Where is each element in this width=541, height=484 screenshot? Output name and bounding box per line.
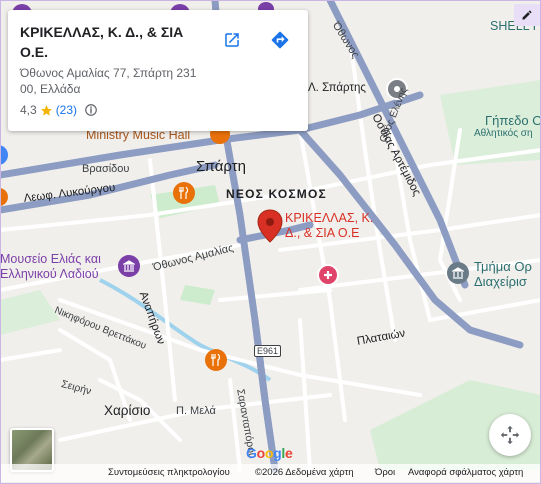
copyright-text: ©2026 Δεδομένα χάρτη	[255, 467, 354, 478]
label-mouseio-line1: Μουσείο Ελιάς και	[0, 252, 101, 266]
open-in-new-icon	[225, 33, 239, 47]
review-count-link[interactable]: (23)	[56, 103, 77, 117]
label-tmima-line1: Τμήμα Ορ	[474, 259, 532, 274]
marker-label[interactable]: ΚΡΙΚΕΛΛΑΣ, Κ. Δ., & ΣΙΑ Ο.Ε	[285, 211, 390, 241]
star-icon	[40, 104, 52, 115]
label-sparti: Σπάρτη	[196, 158, 246, 175]
restaurant-poi-icon[interactable]	[173, 182, 195, 204]
keyboard-shortcuts-link[interactable]: Συντομεύσεις πληκτρολογίου	[108, 467, 230, 478]
label-neos-kosmos: ΝΕΟΣ ΚΟΣΜΟΣ	[226, 187, 327, 201]
label-vrasidou: Βρασίδου	[82, 163, 130, 175]
museum-poi-icon[interactable]	[118, 255, 140, 277]
open-in-new-button[interactable]	[215, 23, 249, 57]
label-athletic: Αθλητικός ση	[474, 128, 533, 139]
pencil-icon	[522, 10, 532, 20]
place-title[interactable]: ΚΡΙΚΕΛΛΑΣ, Κ. Δ., & ΣΙΑ Ο.Ε.	[20, 22, 210, 62]
directions-icon	[271, 31, 289, 49]
label-gipedo: Γήπεδο Ο	[485, 113, 541, 128]
label-charisio: Χαρίσιο	[104, 403, 151, 418]
label-l-spartis: Λ. Σπάρτης	[308, 82, 366, 94]
fullscreen-icon	[500, 425, 520, 445]
rating-row: 4,3 (23)	[20, 103, 98, 117]
edit-button[interactable]	[514, 4, 540, 26]
fullscreen-button[interactable]	[489, 414, 531, 456]
label-mouseio-line2: Ελληνικού Λαδιού	[0, 267, 99, 281]
report-error-link[interactable]: Αναφορά σφάλματος χάρτη	[408, 467, 523, 478]
directions-button[interactable]	[263, 23, 297, 57]
map-footer: Συντομεύσεις πληκτρολογίου ©2026 Δεδομέν…	[0, 464, 541, 482]
label-e961: E961	[254, 345, 282, 357]
label-tmima-line2: Διαχείρισ	[474, 274, 527, 289]
label-p-mela: Π. Μελά	[176, 405, 216, 417]
rating-value: 4,3	[20, 103, 37, 117]
google-logo: Google	[246, 445, 293, 461]
info-icon[interactable]	[84, 103, 98, 117]
government-poi-icon[interactable]	[447, 262, 469, 284]
place-info-card: ΚΡΙΚΕΛΛΑΣ, Κ. Δ., & ΣΙΑ Ο.Ε. Όθωνος Αμαλ…	[8, 10, 308, 131]
hospital-poi-icon[interactable]	[317, 264, 339, 286]
restaurant-poi-icon[interactable]	[205, 349, 227, 371]
place-address: Όθωνος Αμαλίας 77, Σπάρτη 231 00, Ελλάδα	[20, 66, 197, 96]
terms-link[interactable]: Όροι	[375, 467, 395, 478]
